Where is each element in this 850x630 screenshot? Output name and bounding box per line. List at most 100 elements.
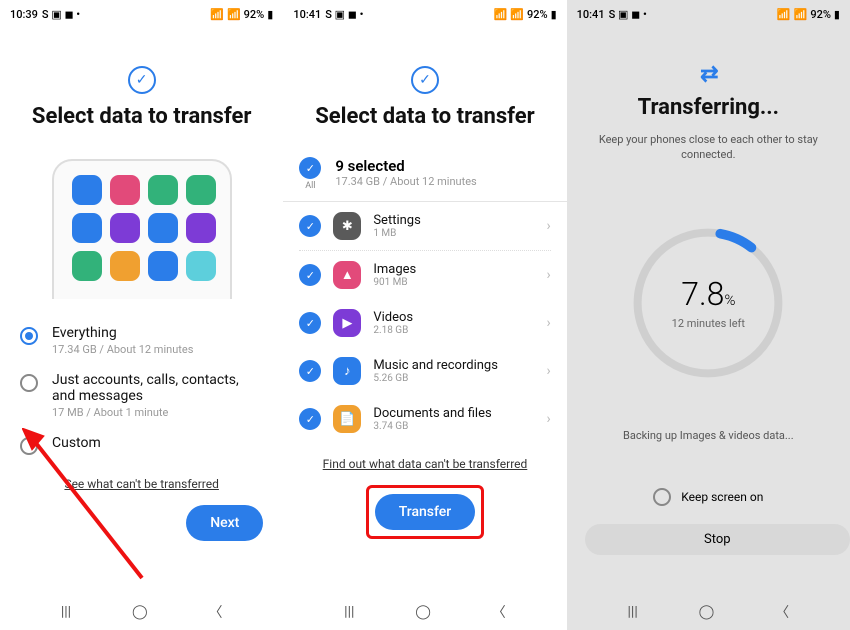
option-everything[interactable]: Everything 17.34 GB / About 12 minutes xyxy=(20,317,263,364)
category-size: 5.26 GB xyxy=(373,373,534,384)
app-icon xyxy=(148,175,178,205)
nav-back-icon[interactable]: 〈 xyxy=(492,602,506,622)
status-indicators: S ▣ ◼ • xyxy=(325,8,363,21)
app-icon xyxy=(186,251,216,281)
status-bar: 10:41S ▣ ◼ • 📶📶92%▮ xyxy=(567,0,850,24)
backing-up-status: Backing up Images & videos data... xyxy=(567,429,850,442)
category-icon: 📄 xyxy=(333,405,361,433)
page-title: Select data to transfer xyxy=(283,104,566,129)
nav-bar: ||| ◯ 〈 xyxy=(0,594,283,630)
header-icon: ✓ xyxy=(283,66,566,94)
keep-screen-label: Keep screen on xyxy=(681,490,763,504)
select-all-row[interactable]: ✓ All 9 selected 17.34 GB / About 12 min… xyxy=(283,147,566,202)
status-indicators: S ▣ ◼ • xyxy=(42,8,80,21)
check-icon: ✓ xyxy=(299,157,321,179)
pane-select-mode: 10:39S ▣ ◼ • 📶📶92%▮ ✓ Select data to tra… xyxy=(0,0,283,630)
pane-transferring: 10:41S ▣ ◼ • 📶📶92%▮ ⇄ Transferring... Ke… xyxy=(567,0,850,630)
status-time: 10:39 xyxy=(10,8,38,21)
status-time: 10:41 xyxy=(293,8,321,21)
next-button[interactable]: Next xyxy=(186,505,263,541)
category-size: 1 MB xyxy=(373,228,534,239)
category-size: 2.18 GB xyxy=(373,325,534,336)
battery-pct: 92% xyxy=(244,8,265,21)
option-custom[interactable]: Custom xyxy=(20,427,263,463)
check-circle-icon: ✓ xyxy=(411,66,439,94)
all-label: All xyxy=(299,181,321,191)
category-row[interactable]: ✓ ▲ Images 901 MB › xyxy=(283,251,566,299)
option-label: Just accounts, calls, contacts, and mess… xyxy=(52,372,263,404)
nav-home-icon[interactable]: ◯ xyxy=(132,604,148,620)
chevron-right-icon: › xyxy=(546,218,550,234)
battery-icon: ▮ xyxy=(551,8,557,21)
status-indicators: S ▣ ◼ • xyxy=(609,8,647,21)
app-icon xyxy=(186,175,216,205)
nav-back-icon[interactable]: 〈 xyxy=(208,602,222,622)
app-grid xyxy=(72,175,212,281)
status-bar: 10:39S ▣ ◼ • 📶📶92%▮ xyxy=(0,0,283,24)
category-icon: ▲ xyxy=(333,261,361,289)
find-out-link[interactable]: Find out what data can't be transferred xyxy=(283,457,566,471)
see-what-cant-link[interactable]: See what can't be transferred xyxy=(0,477,283,491)
nav-home-icon[interactable]: ◯ xyxy=(699,604,715,620)
transfer-button[interactable]: Transfer xyxy=(375,494,476,530)
nav-recents-icon[interactable]: ||| xyxy=(344,604,354,620)
option-label: Everything xyxy=(52,325,193,341)
option-label: Custom xyxy=(52,435,101,451)
selected-count: 9 selected xyxy=(335,157,476,175)
category-icon: ♪ xyxy=(333,357,361,385)
app-icon xyxy=(72,213,102,243)
wifi-icon: 📶 xyxy=(210,8,224,21)
check-icon: ✓ xyxy=(299,215,321,237)
check-icon: ✓ xyxy=(299,264,321,286)
battery-icon: ▮ xyxy=(834,8,840,21)
radio-selected-icon xyxy=(20,327,38,345)
radio-icon xyxy=(20,437,38,455)
category-row[interactable]: ✓ 📄 Documents and files 3.74 GB › xyxy=(283,395,566,443)
battery-icon: ▮ xyxy=(267,8,273,21)
nav-bar: ||| ◯ 〈 xyxy=(567,594,850,630)
category-icon: ✱ xyxy=(333,212,361,240)
check-icon: ✓ xyxy=(299,360,321,382)
category-title: Music and recordings xyxy=(373,358,534,373)
category-row[interactable]: ✓ ▶ Videos 2.18 GB › xyxy=(283,299,566,347)
nav-home-icon[interactable]: ◯ xyxy=(415,604,431,620)
selected-summary: 17.34 GB / About 12 minutes xyxy=(335,175,476,188)
wifi-icon: 📶 xyxy=(777,8,791,21)
category-title: Settings xyxy=(373,213,534,228)
transfer-arrows-icon: ⇄ xyxy=(700,67,716,82)
stop-button[interactable]: Stop xyxy=(585,524,850,555)
progress-time-left: 12 minutes left xyxy=(672,317,745,330)
category-row[interactable]: ✓ ♪ Music and recordings 5.26 GB › xyxy=(283,347,566,395)
wifi-icon: 📶 xyxy=(494,8,508,21)
category-size: 3.74 GB xyxy=(373,421,534,432)
app-icon xyxy=(186,213,216,243)
nav-back-icon[interactable]: 〈 xyxy=(775,602,789,622)
app-icon xyxy=(110,251,140,281)
category-size: 901 MB xyxy=(373,277,534,288)
check-circle-icon: ✓ xyxy=(128,66,156,94)
category-row[interactable]: ✓ ✱ Settings 1 MB › xyxy=(283,202,566,250)
chevron-right-icon: › xyxy=(546,267,550,283)
battery-pct: 92% xyxy=(527,8,548,21)
nav-recents-icon[interactable]: ||| xyxy=(61,604,71,620)
app-icon xyxy=(110,213,140,243)
chevron-right-icon: › xyxy=(546,315,550,331)
keep-screen-on-toggle[interactable]: Keep screen on xyxy=(567,488,850,506)
signal-icon: 📶 xyxy=(510,8,524,21)
category-title: Videos xyxy=(373,310,534,325)
header-icon: ⇄ xyxy=(567,66,850,85)
pane-select-categories: 10:41S ▣ ◼ • 📶📶92%▮ ✓ Select data to tra… xyxy=(283,0,566,630)
option-sublabel: 17.34 GB / About 12 minutes xyxy=(52,343,193,356)
progress-ring: 7.8% 12 minutes left xyxy=(628,223,788,383)
nav-recents-icon[interactable]: ||| xyxy=(628,604,638,620)
battery-pct: 92% xyxy=(810,8,831,21)
app-icon xyxy=(148,251,178,281)
nav-bar: ||| ◯ 〈 xyxy=(283,594,566,630)
highlight-box: Transfer xyxy=(366,485,485,539)
signal-icon: 📶 xyxy=(794,8,808,21)
page-title: Transferring... xyxy=(567,95,850,120)
page-subtitle: Keep your phones close to each other to … xyxy=(567,132,850,163)
option-basic[interactable]: Just accounts, calls, contacts, and mess… xyxy=(20,364,263,427)
check-icon: ✓ xyxy=(299,408,321,430)
category-title: Images xyxy=(373,262,534,277)
